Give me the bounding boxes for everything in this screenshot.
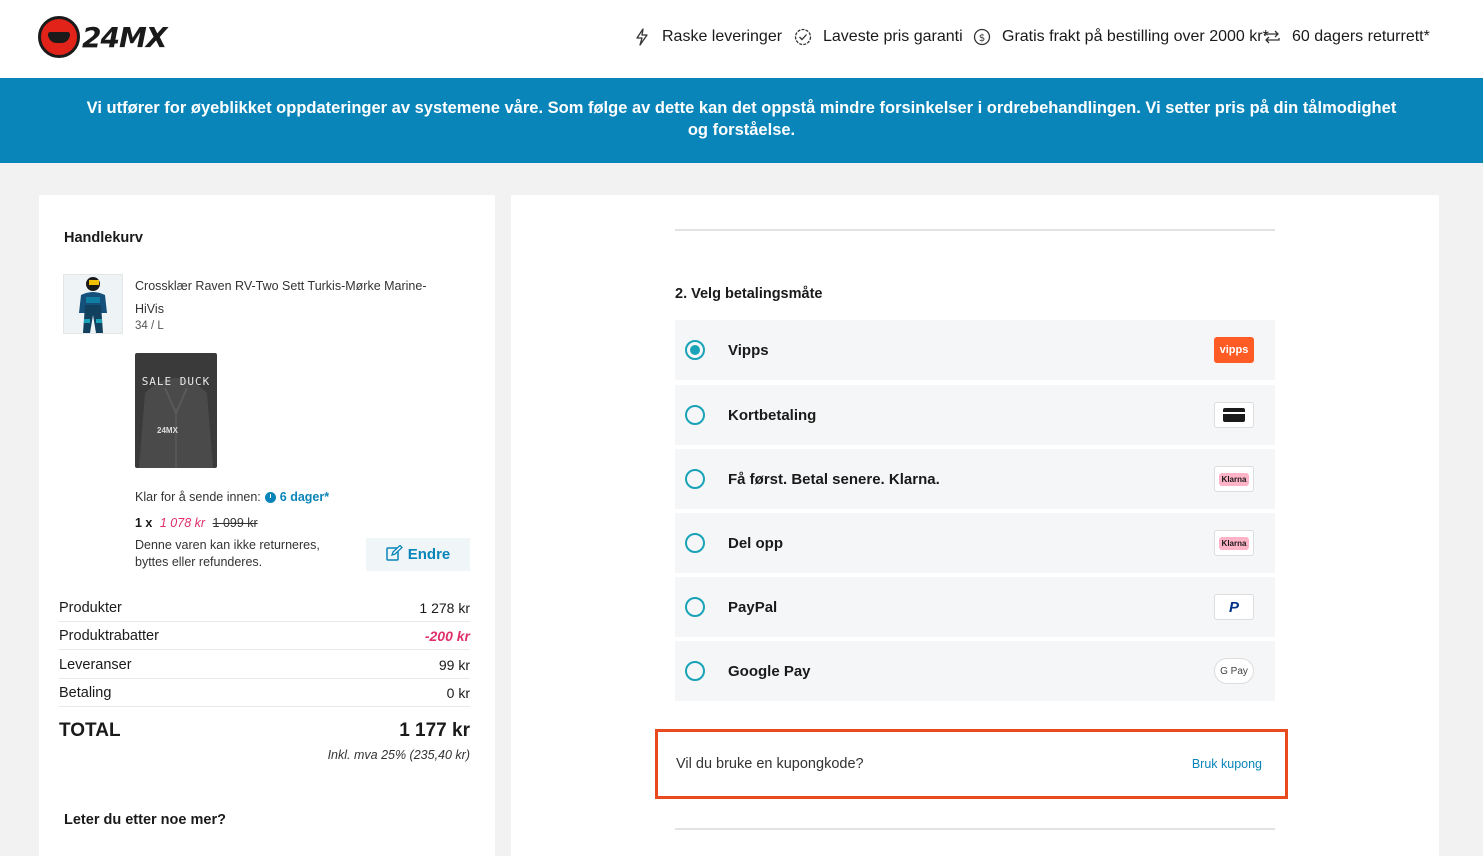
radio-unselected[interactable]	[685, 533, 705, 553]
klarna-logo-icon: Klarna	[1214, 530, 1254, 556]
ship-label: Klar for å sende innen:	[135, 490, 261, 504]
summary-row-discounts: Produktrabatter -200 kr	[59, 622, 470, 650]
product-price-line: 1 x 1 078 kr 1 099 kr	[135, 516, 258, 530]
payment-option-vipps[interactable]: Vipps vipps	[675, 320, 1275, 380]
radio-selected[interactable]	[685, 340, 705, 360]
coupon-question: Vil du bruke en kupongkode?	[676, 756, 864, 772]
payment-option-klarna-later[interactable]: Få først. Betal senere. Klarna. Klarna	[675, 449, 1275, 509]
payment-option-klarna-split[interactable]: Del opp Klarna	[675, 513, 1275, 573]
summary-label: Betaling	[59, 684, 112, 701]
payment-option-label: Del opp	[728, 534, 783, 552]
payment-panel: 2. Velg betalingsmåte Vipps vipps Kortbe…	[511, 195, 1439, 856]
ninja-logo-icon	[38, 16, 80, 58]
logo-text: 24MX	[82, 20, 167, 54]
payment-option-card[interactable]: Kortbetaling	[675, 385, 1275, 445]
more-products-heading: Leter du etter noe mer?	[64, 812, 226, 828]
use-coupon-link[interactable]: Bruk kupong	[1192, 757, 1262, 771]
bonus-image-text: SALE DUCK	[141, 375, 211, 388]
summary-label: Produktrabatter	[59, 627, 159, 644]
divider	[675, 828, 1275, 830]
product-qty: 1 x	[135, 516, 153, 530]
summary-value: 99 kr	[438, 656, 470, 673]
site-header: 24MX Raske leveringer Laveste pris garan…	[0, 0, 1483, 78]
return-arrows-icon	[1262, 27, 1282, 47]
edit-button-label: Endre	[407, 546, 451, 563]
usp-label: 60 dagers returrett*	[1292, 28, 1430, 45]
usp-label: Raske leveringer	[662, 28, 783, 45]
google-pay-logo-icon: G Pay	[1214, 658, 1254, 684]
total-value: 1 177 kr	[399, 720, 470, 741]
total-row: TOTAL 1 177 kr	[59, 720, 470, 742]
usp-label: Gratis frakt på bestilling over 2000 kr*	[1002, 28, 1269, 45]
credit-card-icon	[1214, 402, 1254, 428]
edit-cart-button[interactable]: Endre	[366, 538, 470, 571]
usp-free-shipping: $ Gratis frakt på bestilling over 2000 k…	[972, 27, 1269, 47]
summary-value: -200 kr	[424, 627, 470, 644]
payment-option-google-pay[interactable]: Google Pay G Pay	[675, 641, 1275, 701]
check-badge-icon	[793, 27, 813, 47]
product-size: 34 / L	[135, 320, 164, 332]
summary-label: Produkter	[59, 599, 122, 616]
cart-title: Handlekurv	[64, 230, 143, 246]
paypal-logo-icon: P	[1214, 594, 1254, 620]
usp-return-policy: 60 dagers returrett*	[1262, 27, 1430, 47]
radio-unselected[interactable]	[685, 469, 705, 489]
usp-lowest-price: Laveste pris garanti	[793, 27, 963, 47]
payment-option-paypal[interactable]: PayPal P	[675, 577, 1275, 637]
ship-days-value: 6 dager*	[279, 490, 330, 504]
usp-fast-delivery: Raske leveringer	[632, 27, 782, 47]
payment-option-label: Vipps	[728, 341, 769, 359]
summary-label: Leveranser	[59, 656, 132, 673]
payment-option-label: Få først. Betal senere. Klarna.	[728, 470, 940, 488]
product-sale-price: 1 078 kr	[159, 516, 206, 530]
clock-icon	[264, 491, 276, 503]
radio-unselected[interactable]	[685, 405, 705, 425]
dollar-circle-icon: $	[972, 27, 992, 47]
no-return-notice: Denne varen kan ikke returneres, byttes …	[135, 538, 320, 569]
summary-row-delivery: Leveranser 99 kr	[59, 651, 470, 679]
total-label: TOTAL	[59, 720, 121, 741]
bonus-image-logo: 24MX	[157, 426, 178, 435]
edit-pencil-icon	[385, 544, 403, 565]
cart-panel: Handlekurv Crossklær Raven RV-Two Sett T…	[39, 195, 495, 856]
summary-value: 1 278 kr	[419, 599, 470, 616]
coupon-box: Vil du bruke en kupongkode? Bruk kupong	[655, 729, 1288, 799]
vat-info: Inkl. mva 25% (235,40 kr)	[327, 748, 470, 762]
banner-text: Vi utfører for øyeblikket oppdateringer …	[86, 99, 1397, 139]
usp-label: Laveste pris garanti	[823, 28, 963, 45]
product-old-price: 1 099 kr	[212, 516, 258, 530]
payment-option-label: PayPal	[728, 598, 778, 616]
maintenance-banner: Vi utfører for øyeblikket oppdateringer …	[0, 78, 1483, 163]
summary-row-payment: Betaling 0 kr	[59, 679, 470, 707]
klarna-logo-icon: Klarna	[1214, 466, 1254, 492]
ship-days: 6 dager*	[264, 490, 330, 504]
site-logo[interactable]: 24MX	[38, 16, 167, 58]
svg-text:$: $	[979, 33, 985, 44]
radio-unselected[interactable]	[685, 661, 705, 681]
payment-title: 2. Velg betalingsmåte	[675, 286, 823, 302]
vipps-logo-icon: vipps	[1214, 337, 1254, 363]
payment-option-label: Kortbetaling	[728, 406, 817, 424]
lightning-icon	[632, 27, 652, 47]
product-thumbnail[interactable]	[63, 274, 123, 334]
sale-duck-bonus-image: SALE DUCK 24MX	[135, 353, 217, 468]
radio-unselected[interactable]	[685, 597, 705, 617]
divider	[675, 229, 1275, 231]
payment-option-label: Google Pay	[728, 662, 811, 680]
summary-value: 0 kr	[446, 684, 470, 701]
product-name[interactable]: Crossklær Raven RV-Two Sett Turkis-Mørke…	[135, 275, 455, 321]
shipping-estimate: Klar for å sende innen: 6 dager*	[135, 490, 329, 504]
summary-row-products: Produkter 1 278 kr	[59, 594, 470, 622]
